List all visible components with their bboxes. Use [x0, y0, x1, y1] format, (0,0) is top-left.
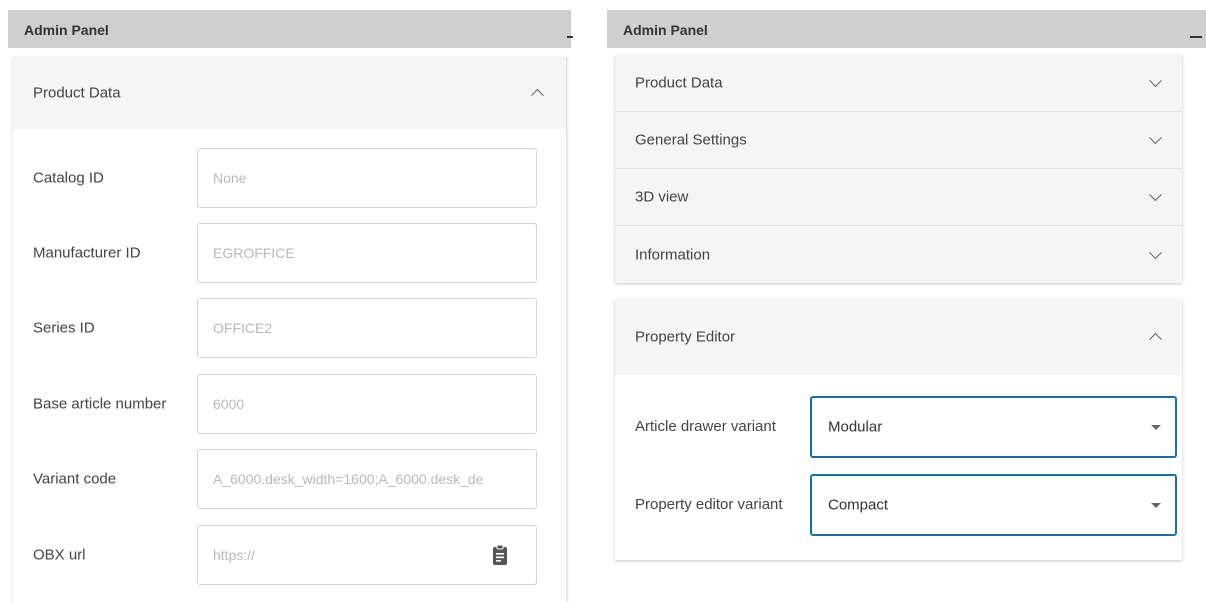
information-header[interactable]: Information	[615, 226, 1182, 283]
select-value: Modular	[828, 418, 883, 436]
chevron-up-icon	[531, 88, 544, 102]
select-label: Article drawer variant	[635, 418, 776, 435]
admin-panel-left: Admin Panel Product Data Catalog ID None…	[8, 10, 573, 602]
field-label: Base article number	[33, 395, 167, 413]
field-label: Manufacturer ID	[33, 244, 141, 262]
chevron-down-icon	[1149, 188, 1162, 202]
catalog-id-row: Catalog ID None	[13, 148, 566, 208]
chevron-down-icon	[1149, 74, 1162, 88]
dropdown-arrow-icon	[1151, 425, 1161, 430]
select-value: Compact	[828, 496, 889, 514]
property-editor-header[interactable]: Property Editor	[615, 299, 1182, 375]
field-value: OFFICE2	[213, 320, 273, 336]
variant-code-row: Variant code A_6000.desk_width=1600;A_60…	[13, 449, 566, 509]
general-settings-header[interactable]: General Settings	[615, 112, 1182, 169]
obx-url-row: OBX url https://	[13, 525, 566, 585]
admin-panel-right: Admin Panel Product Data General Setting…	[607, 10, 1206, 602]
section-label: 3D view	[635, 188, 689, 206]
property-editor-section: Property Editor Article drawer variant M…	[615, 299, 1182, 560]
section-label: Product Data	[635, 74, 723, 92]
field-label: Variant code	[33, 470, 117, 488]
chevron-down-icon	[1149, 131, 1162, 145]
article-drawer-variant-row: Article drawer variant Modular	[615, 396, 1182, 458]
property-editor-variant-row: Property editor variant Compact	[615, 474, 1182, 536]
dropdown-arrow-icon	[1151, 503, 1161, 508]
section-label: Information	[635, 246, 711, 263]
field-value: A_6000.desk_width=1600;A_6000.desk_de	[213, 471, 484, 487]
variant-code-field[interactable]: A_6000.desk_width=1600;A_6000.desk_de	[197, 449, 537, 509]
admin-panel-titlebar: Admin Panel	[8, 10, 573, 48]
field-label: Series ID	[33, 319, 95, 337]
field-label: OBX url	[33, 546, 86, 564]
series-id-field[interactable]: OFFICE2	[197, 298, 537, 358]
base-article-number-row: Base article number 6000	[13, 374, 566, 434]
panel-title: Admin Panel	[623, 22, 708, 38]
catalog-id-field[interactable]: None	[197, 148, 537, 208]
obx-url-field[interactable]: https://	[197, 525, 537, 585]
section-label: Property Editor	[635, 328, 736, 346]
field-value: 6000	[213, 396, 245, 412]
field-placeholder: https://	[213, 547, 256, 563]
series-id-row: Series ID OFFICE2	[13, 298, 566, 358]
3d-view-header[interactable]: 3D view	[615, 169, 1182, 226]
field-label: Catalog ID	[33, 169, 104, 187]
manufacturer-id-row: Manufacturer ID EGROFFICE	[13, 223, 566, 283]
minimize-icon[interactable]	[1190, 36, 1202, 38]
panel-title: Admin Panel	[24, 22, 109, 38]
section-label: Product Data	[33, 84, 121, 102]
manufacturer-id-field[interactable]: EGROFFICE	[197, 223, 537, 283]
property-editor-variant-select[interactable]: Compact	[810, 474, 1177, 536]
section-label: General Settings	[635, 131, 747, 149]
settings-accordion: Product Data General Settings 3D view In…	[615, 55, 1182, 283]
clipboard-icon[interactable]	[492, 544, 508, 566]
article-drawer-variant-select[interactable]: Modular	[810, 396, 1177, 458]
select-label: Property editor variant	[635, 496, 783, 513]
product-data-header[interactable]: Product Data	[13, 57, 566, 129]
chevron-up-icon	[1149, 332, 1162, 346]
product-data-section: Product Data Catalog ID None Manufacture…	[13, 57, 567, 602]
chevron-down-icon	[1149, 245, 1162, 259]
product-data-header[interactable]: Product Data	[615, 55, 1182, 112]
base-article-number-field[interactable]: 6000	[197, 374, 537, 434]
field-value: None	[213, 170, 247, 186]
admin-panel-titlebar: Admin Panel	[607, 10, 1206, 48]
minimize-icon[interactable]	[567, 36, 573, 38]
field-value: EGROFFICE	[213, 245, 295, 261]
